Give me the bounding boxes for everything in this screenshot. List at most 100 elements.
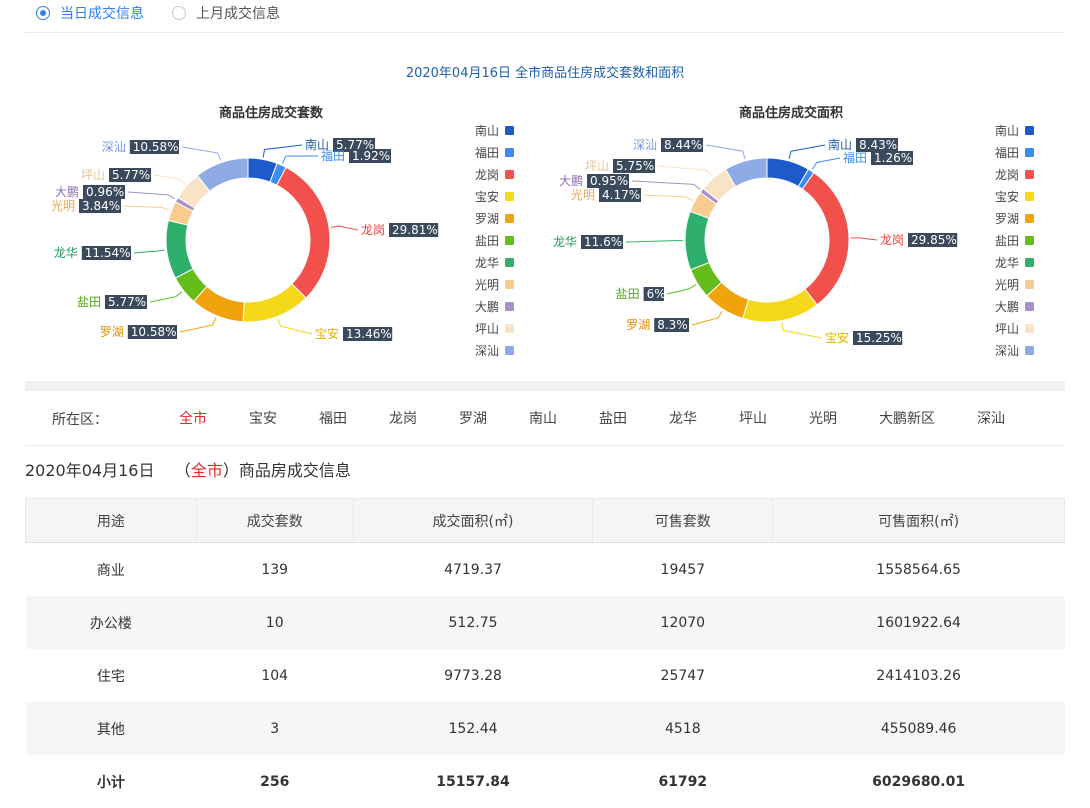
table-cell: 住宅 <box>96 668 125 685</box>
legend-label: 坪山 <box>995 322 1019 336</box>
district-option-2[interactable]: 宝安 <box>249 408 277 430</box>
legend-swatch <box>1025 170 1034 179</box>
column-header-available-area: 可售面积(㎡) <box>772 498 1065 543</box>
table-cell: 其他 <box>25 702 197 755</box>
district-option-11[interactable]: 大鹏新区 <box>879 408 935 430</box>
leader-line <box>705 144 746 160</box>
table-cell: 1558564.65 <box>876 561 961 578</box>
leader-line <box>133 249 165 254</box>
leader-line <box>666 284 697 295</box>
legend-swatch <box>505 148 514 157</box>
data-label: 29.85% <box>911 233 957 247</box>
radio-selected-icon[interactable] <box>36 6 50 20</box>
slice-name-label: 罗湖 <box>626 317 650 332</box>
legend-swatch <box>505 236 514 245</box>
legend-swatch <box>1025 126 1034 135</box>
data-label: 11.6% <box>584 235 622 249</box>
tab-last-month-deals[interactable]: 上月成交信息 <box>172 3 280 23</box>
legend-label: 龙岗 <box>995 168 1019 182</box>
legend-label: 罗湖 <box>475 211 499 226</box>
data-label: 15.25% <box>856 331 902 345</box>
district-option-10[interactable]: 光明 <box>809 408 837 430</box>
info-open-paren: （ <box>174 461 191 480</box>
slice-name-label: 龙华 <box>553 235 577 249</box>
table-cell: 6029680.01 <box>872 773 966 790</box>
data-label: 1.92% <box>352 149 390 163</box>
slice-name-label: 福田 <box>321 148 345 163</box>
leader-line <box>262 144 303 158</box>
legend-swatch <box>505 258 514 267</box>
legend-swatch <box>1025 192 1034 201</box>
table-header-row: 用途 成交套数 成交面积(㎡) 可售套数 可售面积(㎡) <box>25 498 1065 543</box>
table-cell: 办公楼 <box>25 596 197 649</box>
leader-line <box>282 155 319 164</box>
slice-name-label: 宝安 <box>315 326 339 341</box>
legend-label: 深汕 <box>475 344 499 358</box>
info-suffix: 商品房成交信息 <box>238 461 351 480</box>
info-date: 2020年04月16日 <box>25 461 155 480</box>
tab-today-deals[interactable]: 当日成交信息 <box>36 3 144 23</box>
legend-swatch <box>1025 302 1034 311</box>
legend-label: 南山 <box>995 123 1019 138</box>
data-label: 5.75% <box>616 159 654 173</box>
donut-slice <box>165 219 194 279</box>
data-label: 11.54% <box>85 246 131 260</box>
table-cell: 19457 <box>660 561 706 578</box>
column-header-deal-units: 成交套数 <box>195 498 354 543</box>
leader-line <box>657 165 713 177</box>
column-header-available-units: 可售套数 <box>592 498 774 543</box>
legend-swatch <box>1025 280 1034 289</box>
slice-name-label: 大鹏 <box>55 185 79 199</box>
slice-name-label: 龙岗 <box>880 233 904 247</box>
legend-label: 龙华 <box>475 256 499 270</box>
district-option-3[interactable]: 福田 <box>319 408 347 430</box>
slice-name-label: 罗湖 <box>100 324 124 339</box>
table-cell: 10 <box>196 596 354 649</box>
tab-today-deals-label: 当日成交信息 <box>60 6 144 22</box>
district-option-4[interactable]: 龙岗 <box>389 408 417 430</box>
legend-swatch <box>505 126 514 135</box>
table-cell: 152.44 <box>353 702 593 755</box>
slice-name-label: 坪山 <box>81 168 105 182</box>
column-header-usage: 用途 <box>25 498 197 543</box>
donut-slice <box>276 166 331 299</box>
legend-label: 光明 <box>995 278 1019 292</box>
district-option-1[interactable]: 全市 <box>179 408 207 430</box>
district-option-8[interactable]: 龙华 <box>669 408 697 430</box>
data-range-tabs: 当日成交信息 上月成交信息 <box>36 2 308 24</box>
column-header-deal-area: 成交面积(㎡) <box>352 498 594 543</box>
legend-label: 福田 <box>475 145 499 160</box>
district-option-12[interactable]: 深汕 <box>977 408 1005 430</box>
leader-line <box>788 144 826 160</box>
donut-slice <box>684 210 710 271</box>
legend-swatch <box>505 346 514 355</box>
legend-label: 宝安 <box>995 189 1019 204</box>
info-district: 全市 <box>190 461 223 480</box>
district-option-7[interactable]: 盐田 <box>599 408 627 430</box>
table-cell: 455089.46 <box>772 702 1065 755</box>
donut-chart-1: 商品住房成交套数南山 5.77% 福田 1.92% 龙岗 29.81% 宝安 13.46% 罗湖… <box>51 105 514 358</box>
slice-name-label: 宝安 <box>825 330 849 345</box>
radio-unselected-icon[interactable] <box>172 6 186 20</box>
district-option-9[interactable]: 坪山 <box>739 408 767 430</box>
slice-name-label: 龙华 <box>54 246 78 260</box>
district-filter: 所在区： 全市 宝安 福田 龙岗 罗湖 南山 盐田 龙华 坪山 光明 大鹏新区 深汕 <box>52 408 1052 430</box>
district-filter-label: 所在区： <box>52 412 108 428</box>
legend-label: 大鹏 <box>995 300 1019 314</box>
table-cell: 1601922.64 <box>772 596 1065 649</box>
slice-name-label: 坪山 <box>585 159 609 173</box>
leader-line <box>643 194 694 202</box>
district-option-5[interactable]: 罗湖 <box>459 408 487 430</box>
district-option-6[interactable]: 南山 <box>529 408 557 430</box>
data-label: 0.95% <box>590 174 628 188</box>
data-label: 5.77% <box>108 295 146 309</box>
table-row: 办公楼 10 512.75 12070 1601922.64 <box>25 596 1065 649</box>
leader-line <box>691 310 723 326</box>
table-row: 其他 3 152.44 4518 455089.46 <box>25 702 1065 755</box>
leader-line <box>127 191 176 200</box>
legend-label: 坪山 <box>475 322 499 336</box>
leader-line <box>153 174 186 185</box>
table-cell: 3 <box>196 702 354 755</box>
legend-label: 福田 <box>995 145 1019 160</box>
deals-table: 用途 成交套数 成交面积(㎡) 可售套数 可售面积(㎡) 商业 139 4719… <box>25 498 1065 808</box>
